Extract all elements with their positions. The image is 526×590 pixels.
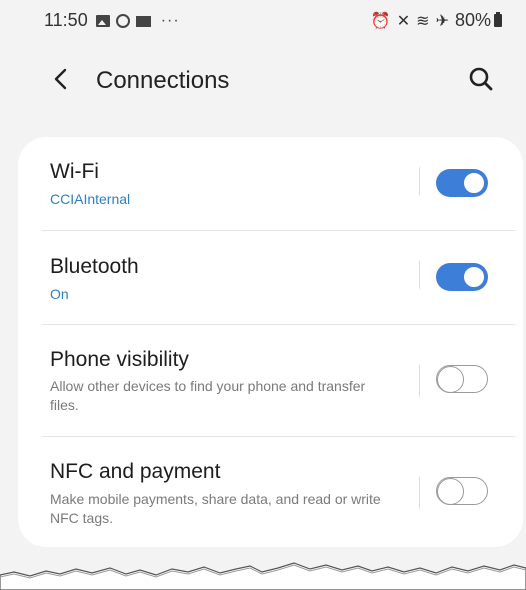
- status-bar-left: 11:50 ···: [44, 10, 180, 31]
- toggle-knob: [437, 477, 464, 505]
- back-button[interactable]: [46, 64, 76, 94]
- phone-visibility-toggle[interactable]: [436, 365, 488, 393]
- row-separator: [419, 477, 420, 509]
- bluetooth-toggle[interactable]: [436, 263, 488, 291]
- battery-percent: 80%: [454, 10, 491, 30]
- setting-title-nfc: NFC and payment: [50, 460, 221, 483]
- toggle-knob: [437, 365, 464, 393]
- toggle-knob: [462, 265, 486, 289]
- phone-screen: 11:50 ··· ⏰ ✕ ≋ ✈ 80% Connections Wi-Fi …: [0, 0, 526, 590]
- setting-title-phone-visibility: Phone visibility: [50, 348, 189, 371]
- toggle-knob: [462, 171, 486, 195]
- setting-subtitle-bluetooth: On: [50, 286, 69, 302]
- settings-card: Wi-Fi CCIAInternal Bluetooth On Phone vi…: [18, 137, 523, 547]
- wifi-toggle[interactable]: [436, 169, 488, 197]
- setting-title-bluetooth: Bluetooth: [50, 255, 139, 278]
- row-separator: [419, 167, 420, 195]
- battery-icon: [494, 12, 502, 27]
- setting-title-wifi: Wi-Fi: [50, 160, 99, 183]
- alarm-icon: ⏰: [370, 12, 391, 30]
- status-time: 11:50: [44, 10, 88, 30]
- search-icon: [469, 67, 493, 91]
- whatsapp-icon: [115, 13, 130, 28]
- status-bar-right: ⏰ ✕ ≋ ✈ 80%: [371, 10, 502, 31]
- wifi-icon: ≋: [416, 12, 430, 30]
- search-button[interactable]: [466, 64, 496, 94]
- row-separator: [419, 365, 420, 397]
- setting-subtitle-wifi: CCIAInternal: [50, 191, 131, 207]
- mail-icon: [135, 16, 151, 27]
- status-bar: 11:50 ··· ⏰ ✕ ≋ ✈ 80%: [0, 0, 526, 40]
- setting-row-wifi[interactable]: Wi-Fi CCIAInternal: [18, 137, 523, 231]
- chevron-left-icon: [54, 68, 67, 90]
- setting-row-bluetooth[interactable]: Bluetooth On: [18, 231, 523, 325]
- page-title: Connections: [96, 67, 230, 94]
- mute-icon: ✕: [396, 12, 411, 30]
- torn-edge: [0, 562, 526, 590]
- setting-subtitle-phone-visibility: Allow other devices to find your phone a…: [50, 378, 366, 413]
- row-separator: [419, 261, 420, 289]
- setting-row-phone-visibility[interactable]: Phone visibility Allow other devices to …: [18, 325, 523, 437]
- airplane-icon: ✈: [435, 12, 449, 30]
- gallery-icon: [95, 14, 110, 27]
- setting-subtitle-nfc: Make mobile payments, share data, and re…: [50, 491, 381, 526]
- more-notifications-icon: ···: [160, 11, 180, 29]
- app-header: Connections: [0, 50, 526, 110]
- nfc-toggle[interactable]: [436, 477, 488, 505]
- setting-row-nfc[interactable]: NFC and payment Make mobile payments, sh…: [18, 437, 523, 547]
- page: 11:50 ··· ⏰ ✕ ≋ ✈ 80% Connections Wi-Fi …: [0, 0, 526, 590]
